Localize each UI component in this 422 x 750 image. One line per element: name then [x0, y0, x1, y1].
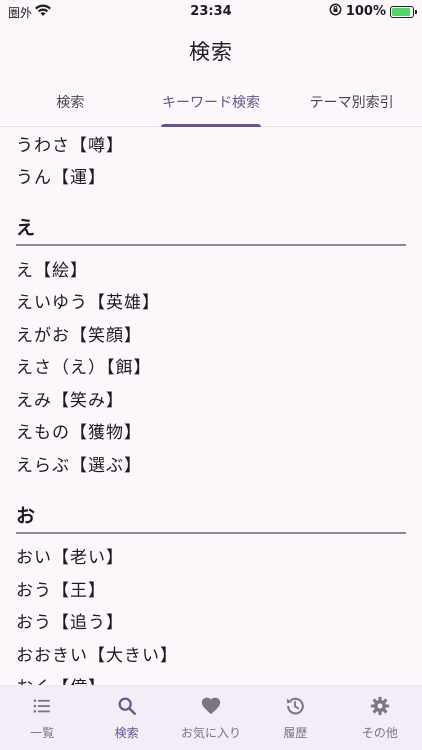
app-bar: 検索: [0, 24, 422, 78]
tab-label: キーワード検索: [162, 95, 260, 111]
list-item[interactable]: おおきい【大きい】: [16, 637, 406, 670]
keyword-list[interactable]: うわさ【噂】 うん【運】 え え【絵】 えいゆう【英雄】 えがお【笑顔】 えさ（…: [0, 127, 422, 686]
bottom-navigation: 一覧 検索 お気に入り 履歴 その他: [0, 685, 422, 750]
nav-label: 履歴: [283, 726, 308, 740]
list-item[interactable]: うわさ【噂】: [16, 127, 406, 160]
list-icon: [31, 695, 53, 720]
page-title: 検索: [189, 40, 233, 64]
list-item[interactable]: おく【億】: [16, 670, 406, 686]
list-item[interactable]: えいゆう【英雄】: [16, 285, 406, 318]
nav-label: その他: [361, 726, 398, 740]
gear-icon: [369, 695, 391, 720]
tab-bar: 検索 キーワード検索 テーマ別索引: [0, 78, 422, 127]
list-item[interactable]: おう【追う】: [16, 605, 406, 638]
nav-item-history[interactable]: 履歴: [253, 686, 337, 750]
history-icon: [284, 695, 306, 720]
list-item[interactable]: おい【老い】: [16, 540, 406, 573]
status-right: 100%: [329, 3, 417, 20]
battery-icon: [390, 5, 417, 18]
battery-percentage: 100%: [345, 4, 386, 19]
list-item[interactable]: えみ【笑み】: [16, 382, 406, 415]
heart-icon: [200, 695, 222, 720]
list-item[interactable]: え【絵】: [16, 252, 406, 285]
tab-theme-index[interactable]: テーマ別索引: [281, 78, 422, 126]
nav-item-other[interactable]: その他: [338, 686, 422, 750]
nav-item-search[interactable]: 検索: [84, 686, 168, 750]
nav-label: お気に入り: [181, 726, 242, 740]
section-header-e: え: [16, 206, 406, 246]
tab-label: 検索: [56, 95, 85, 111]
status-bar: 圏外 23:34 100%: [0, 0, 422, 24]
orientation-lock-icon: [329, 3, 342, 20]
tab-search[interactable]: 検索: [0, 78, 141, 126]
tab-keyword-search[interactable]: キーワード検索: [141, 78, 282, 127]
list-item[interactable]: うん【運】: [16, 160, 406, 193]
list-item[interactable]: えもの【獲物】: [16, 415, 406, 448]
section-header-o: お: [16, 494, 406, 534]
nav-label: 一覧: [30, 726, 55, 740]
nav-item-favorites[interactable]: お気に入り: [169, 686, 253, 750]
list-item[interactable]: えさ（え）【餌】: [16, 350, 406, 383]
nav-item-list[interactable]: 一覧: [0, 686, 84, 750]
list-item[interactable]: えがお【笑顔】: [16, 317, 406, 350]
list-item[interactable]: おう【王】: [16, 572, 406, 605]
search-icon: [116, 695, 138, 720]
list-item[interactable]: えらぶ【選ぶ】: [16, 447, 406, 480]
tab-label: テーマ別索引: [309, 95, 394, 111]
nav-label: 検索: [114, 726, 139, 740]
